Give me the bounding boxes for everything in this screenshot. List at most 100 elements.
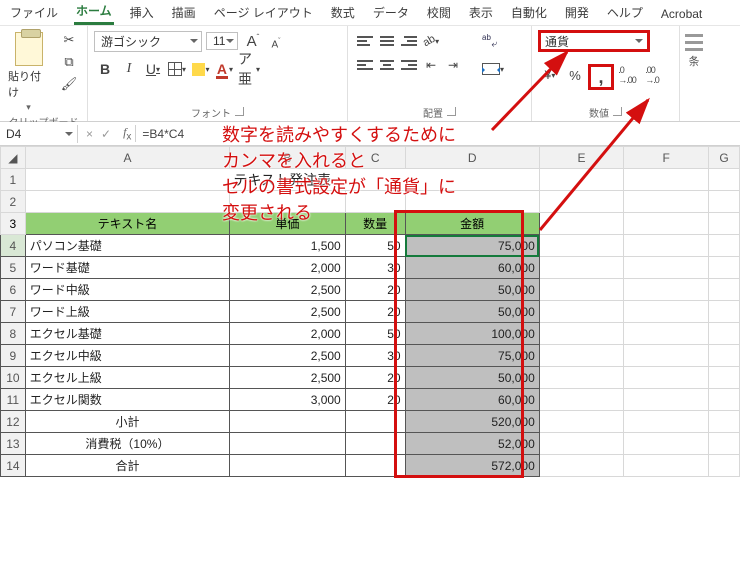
cell[interactable]: 合計 — [25, 455, 229, 477]
copy-button[interactable]: ⧉ — [57, 52, 81, 72]
cell[interactable]: 50 — [345, 323, 405, 345]
enter-formula-button[interactable]: ✓ — [101, 127, 111, 141]
cell[interactable]: 小計 — [25, 411, 229, 433]
orientation-button[interactable]: ab▾ — [420, 30, 442, 52]
cell[interactable]: エクセル上級 — [25, 367, 229, 389]
cell[interactable]: 50,000 — [405, 367, 539, 389]
phonetic-button[interactable]: ア亜▾ — [238, 58, 260, 80]
tab-file[interactable]: ファイル — [8, 2, 60, 25]
cell[interactable]: 1,500 — [230, 235, 346, 257]
increase-decimal-button[interactable]: .0→.00 — [615, 64, 639, 86]
bold-button[interactable]: B — [94, 58, 116, 80]
formula-input[interactable]: =B4*C4 — [136, 127, 190, 141]
table-row[interactable]: 4 パソコン基礎 1,500 50 75,000 — [1, 235, 740, 257]
cell[interactable]: 20 — [345, 279, 405, 301]
cell[interactable]: 572,000 — [405, 455, 539, 477]
cell[interactable]: 2,500 — [230, 345, 346, 367]
font-color-button[interactable]: A▾ — [214, 58, 236, 80]
hdr-qty[interactable]: 数量 — [345, 213, 405, 235]
col-header-d[interactable]: D — [405, 147, 539, 169]
tab-draw[interactable]: 描画 — [170, 2, 198, 25]
cell[interactable]: 20 — [345, 301, 405, 323]
table-row[interactable]: 6 ワード中級 2,500 20 50,000 — [1, 279, 740, 301]
hdr-amount[interactable]: 金額 — [405, 213, 539, 235]
table-row[interactable]: 7 ワード上級 2,500 20 50,000 — [1, 301, 740, 323]
comma-style-button[interactable]: , — [588, 64, 614, 90]
tab-data[interactable]: データ — [371, 2, 411, 25]
tab-formulas[interactable]: 数式 — [329, 2, 357, 25]
cell[interactable]: 3,000 — [230, 389, 346, 411]
cell[interactable]: ワード基礎 — [25, 257, 229, 279]
tab-review[interactable]: 校閲 — [425, 2, 453, 25]
underline-button[interactable]: U▾ — [142, 58, 164, 80]
col-header-g[interactable]: G — [709, 147, 740, 169]
font-name-select[interactable]: 游ゴシック — [94, 31, 202, 52]
fill-color-button[interactable]: ▾ — [190, 58, 212, 80]
col-header-a[interactable]: A — [25, 147, 229, 169]
borders-button[interactable]: ▾ — [166, 58, 188, 80]
tab-automate[interactable]: 自動化 — [509, 2, 549, 25]
col-header-c[interactable]: C — [345, 147, 405, 169]
row-total[interactable]: 14 合計 572,000 — [1, 455, 740, 477]
cell[interactable]: 50,000 — [405, 279, 539, 301]
row-1[interactable]: 1 テキスト発注表 — [1, 169, 740, 191]
shrink-font-button[interactable]: Aˇ — [265, 30, 287, 52]
paste-button[interactable]: 貼り付け ▾ — [6, 30, 51, 113]
cut-button[interactable]: ✂ — [57, 30, 81, 50]
col-header-f[interactable]: F — [624, 147, 709, 169]
tab-view[interactable]: 表示 — [467, 2, 495, 25]
cell[interactable]: 50,000 — [405, 301, 539, 323]
cell[interactable]: 520,000 — [405, 411, 539, 433]
cell[interactable]: 75,000 — [405, 345, 539, 367]
row-3[interactable]: 3 テキスト名 単価 数量 金額 — [1, 213, 740, 235]
cell[interactable]: 2,500 — [230, 301, 346, 323]
row-2[interactable]: 2 — [1, 191, 740, 213]
sheet-title[interactable]: テキスト発注表 — [25, 169, 539, 191]
align-left-button[interactable] — [354, 54, 376, 76]
cell[interactable]: 100,000 — [405, 323, 539, 345]
cancel-formula-button[interactable]: × — [86, 127, 93, 141]
align-middle-button[interactable] — [376, 30, 398, 52]
cell[interactable]: エクセル関数 — [25, 389, 229, 411]
font-size-select[interactable]: 11 — [206, 32, 238, 50]
table-row[interactable]: 10 エクセル上級 2,500 20 50,000 — [1, 367, 740, 389]
align-right-button[interactable] — [398, 54, 420, 76]
cell[interactable]: ワード中級 — [25, 279, 229, 301]
align-top-button[interactable] — [354, 30, 376, 52]
column-headers[interactable]: ◢ A B C D E F G — [1, 147, 740, 169]
align-center-button[interactable] — [376, 54, 398, 76]
cell[interactable]: 30 — [345, 257, 405, 279]
cell[interactable]: 30 — [345, 345, 405, 367]
col-header-e[interactable]: E — [539, 147, 624, 169]
cell[interactable]: エクセル基礎 — [25, 323, 229, 345]
cell[interactable]: 消費税（10%） — [25, 433, 229, 455]
row-tax[interactable]: 13 消費税（10%） 52,000 — [1, 433, 740, 455]
cell[interactable]: 2,500 — [230, 279, 346, 301]
cell[interactable]: ワード上級 — [25, 301, 229, 323]
tab-home[interactable]: ホーム — [74, 0, 114, 25]
cell[interactable]: エクセル中級 — [25, 345, 229, 367]
tab-page-layout[interactable]: ページ レイアウト — [212, 2, 315, 25]
tab-developer[interactable]: 開発 — [563, 2, 591, 25]
format-painter-button[interactable]: 🖌 — [57, 74, 81, 94]
cell[interactable]: 60,000 — [405, 389, 539, 411]
col-header-b[interactable]: B — [230, 147, 346, 169]
fx-button[interactable]: fx — [119, 125, 136, 142]
cell[interactable]: 20 — [345, 389, 405, 411]
cell[interactable]: 50 — [345, 235, 405, 257]
table-row[interactable]: 5 ワード基礎 2,000 30 60,000 — [1, 257, 740, 279]
table-row[interactable]: 8 エクセル基礎 2,000 50 100,000 — [1, 323, 740, 345]
decrease-decimal-button[interactable]: .00→.0 — [640, 64, 664, 86]
merge-center-button[interactable]: ▾ — [476, 58, 510, 80]
cell[interactable]: 60,000 — [405, 257, 539, 279]
select-all-button[interactable]: ◢ — [1, 147, 26, 169]
tab-help[interactable]: ヘルプ — [605, 2, 645, 25]
table-row[interactable]: 9 エクセル中級 2,500 30 75,000 — [1, 345, 740, 367]
tab-acrobat[interactable]: Acrobat — [659, 5, 704, 25]
percent-button[interactable]: % — [563, 64, 587, 86]
worksheet[interactable]: ◢ A B C D E F G 1 テキスト発注表 2 3 テキスト名 単価 数… — [0, 146, 740, 584]
tab-insert[interactable]: 挿入 — [128, 2, 156, 25]
increase-indent-button[interactable]: ⇥ — [442, 54, 464, 76]
cell[interactable]: 2,000 — [230, 323, 346, 345]
hdr-unit-price[interactable]: 単価 — [230, 213, 346, 235]
